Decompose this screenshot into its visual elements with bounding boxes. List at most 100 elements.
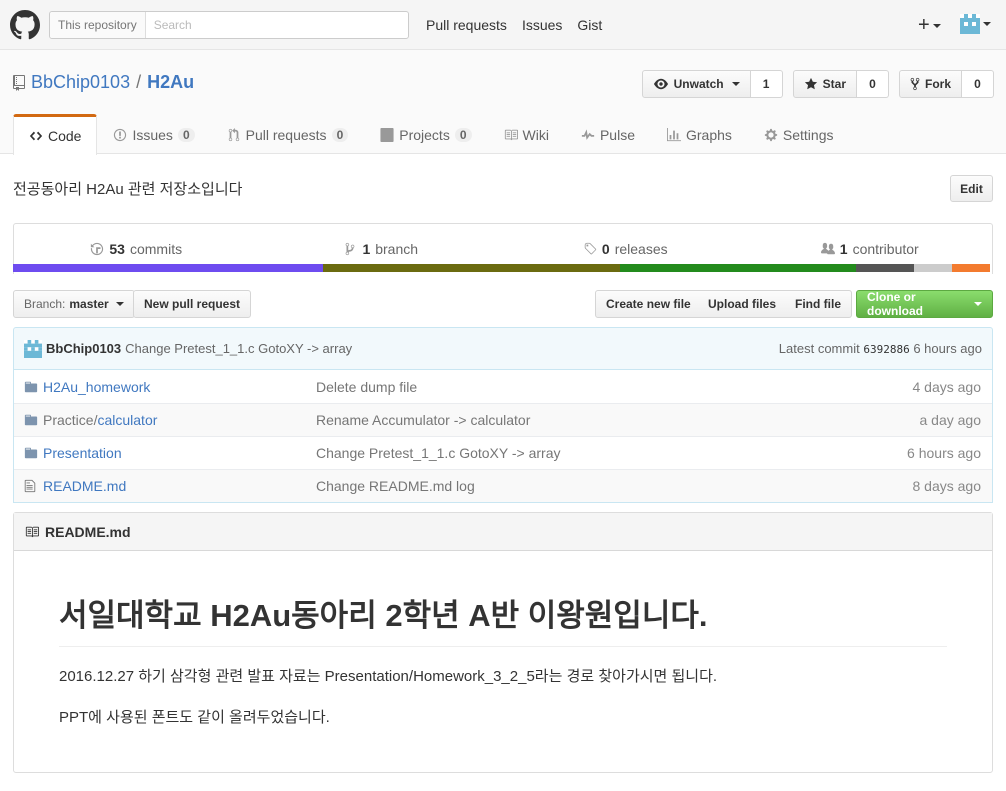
tab-projects[interactable]: Projects 0 [364,114,487,154]
project-icon [380,127,394,142]
tab-settings[interactable]: Settings [748,114,850,154]
chevron-down-icon [974,302,982,306]
star-icon [804,77,817,90]
create-new-file-button[interactable]: Create new file [595,290,702,318]
nav-issues[interactable]: Issues [522,17,562,33]
pull-requests-counter: 0 [331,127,349,142]
readme-paragraph: PPT에 사용된 폰트도 같이 올려두었습니다. [59,709,330,727]
language-segment [13,264,323,272]
commit-message-link[interactable]: Change Pretest_1_1.c GotoXY -> array [125,341,352,356]
avatar [960,14,980,34]
table-row: H2Au_homework Delete dump file 4 days ag… [14,370,992,403]
create-new-menu[interactable]: + [918,14,941,37]
file-name-link[interactable]: H2Au_homework [40,379,316,395]
language-bar[interactable] [13,264,990,272]
file-name: README.md [43,478,127,494]
file-age: 6 hours ago [907,445,981,461]
upload-files-button[interactable]: Upload files [698,290,788,318]
file-commit-message[interactable]: Change Pretest_1_1.c GotoXY -> array [316,445,872,461]
user-menu[interactable] [960,14,991,34]
table-row: Presentation Change Pretest_1_1.c GotoXY… [14,436,992,469]
readme-heading: 서일대학교 H2Au동아리 2학년 A반 이왕원입니다. [59,597,947,648]
repo-title: BbChip0103 / H2Au [13,72,194,93]
repo-nav: Code Issues 0 Pull requests 0 Projects 0… [13,114,850,155]
tab-code[interactable]: Code [13,114,98,155]
file-commit-message[interactable]: Delete dump file [316,379,872,395]
fork-count[interactable]: 0 [962,70,994,98]
graph-icon [666,127,681,141]
latest-commit-bar: BbChip0103 Change Pretest_1_1.c GotoXY -… [13,327,993,370]
issue-icon [114,128,127,141]
file-commit-message[interactable]: Change README.md log [316,478,872,494]
fork-button[interactable]: Fork [898,70,962,98]
readme-body: 서일대학교 H2Au동아리 2학년 A반 이왕원입니다. 2016.12.27 … [14,597,992,727]
watch-button[interactable]: Unwatch [641,70,751,98]
code-icon [29,131,43,141]
tab-pull-requests[interactable]: Pull requests 0 [211,114,365,154]
file-name-link[interactable]: Presentation [40,445,316,461]
branch-select-button[interactable]: Branch: master [13,290,135,318]
file-age: a day ago [919,412,982,428]
folder-icon [24,381,38,392]
clone-or-download-button[interactable]: Clone or download [856,290,993,318]
tab-label: Wiki [522,126,549,143]
plus-icon: + [918,14,930,36]
repo-header: BbChip0103 / H2Au Unwatch 1 Star 0 Fork [0,50,1006,155]
commit-meta: Latest commit 6392886 6 hours ago [779,341,982,356]
star-button[interactable]: Star [792,70,857,98]
eye-icon [653,78,668,90]
nav-gist[interactable]: Gist [577,17,602,33]
chevron-down-icon [115,302,124,306]
tab-label: Projects [399,126,450,143]
avatar [24,339,42,358]
releases-label: releases [614,241,668,257]
folder-icon [24,447,38,459]
git-pull-request-icon [228,127,239,141]
readme-paragraph: 2016.12.27 하기 삼각형 관련 발표 자료는 Presentation… [59,668,718,686]
repo-name-link[interactable]: H2Au [147,72,194,93]
star-group: Star 0 [792,70,889,98]
search-scope-label: This repository [50,12,146,38]
tab-wiki[interactable]: Wiki [488,114,565,154]
readme-filename: README.md [45,523,131,540]
history-icon [91,242,104,256]
tab-label: Code [48,128,82,144]
chevron-down-icon [932,23,941,28]
star-count[interactable]: 0 [856,70,889,98]
watch-count[interactable]: 1 [750,70,783,98]
repo-description: 전공동아리 H2Au 관련 저장소입니다 [13,181,243,198]
repo-owner-link[interactable]: BbChip0103 [31,72,130,93]
tab-graphs[interactable]: Graphs [651,114,748,154]
file-name-link[interactable]: Practice/calculator [40,412,316,428]
file-commit-message[interactable]: Rename Accumulator -> calculator [316,412,872,428]
language-segment [322,264,620,272]
chevron-down-icon [983,22,991,26]
tab-pulse[interactable]: Pulse [565,114,651,154]
commit-sha-link[interactable]: 6392886 [863,343,909,356]
search-input[interactable] [145,12,408,38]
find-file-button[interactable]: Find file [785,290,852,318]
organization-icon [820,242,835,255]
top-nav: Pull requests Issues Gist [426,0,602,50]
clone-label: Clone or download [867,290,923,318]
contributor-label: contributor [852,241,919,257]
language-segment [856,264,914,272]
file-age: 4 days ago [912,378,982,395]
github-logo-icon[interactable] [10,10,40,40]
tab-label: Settings [782,126,834,143]
fork-label: Fork [924,77,951,91]
commit-author-link[interactable]: BbChip0103 [46,341,121,356]
tab-label: Graphs [685,126,732,143]
book-icon [25,526,39,537]
file-navigation: Branch: master New pull request Create n… [13,290,993,318]
tag-icon [584,242,597,255]
tab-issues[interactable]: Issues 0 [97,114,210,154]
nav-pull-requests[interactable]: Pull requests [426,17,507,33]
watch-group: Unwatch 1 [641,70,783,98]
folder-icon [24,414,38,426]
fork-icon [910,77,920,91]
edit-description-button[interactable]: Edit [950,175,993,202]
watch-label: Unwatch [673,77,724,91]
file-name-link[interactable]: README.md [40,478,316,494]
new-pull-request-button[interactable]: New pull request [133,290,252,318]
